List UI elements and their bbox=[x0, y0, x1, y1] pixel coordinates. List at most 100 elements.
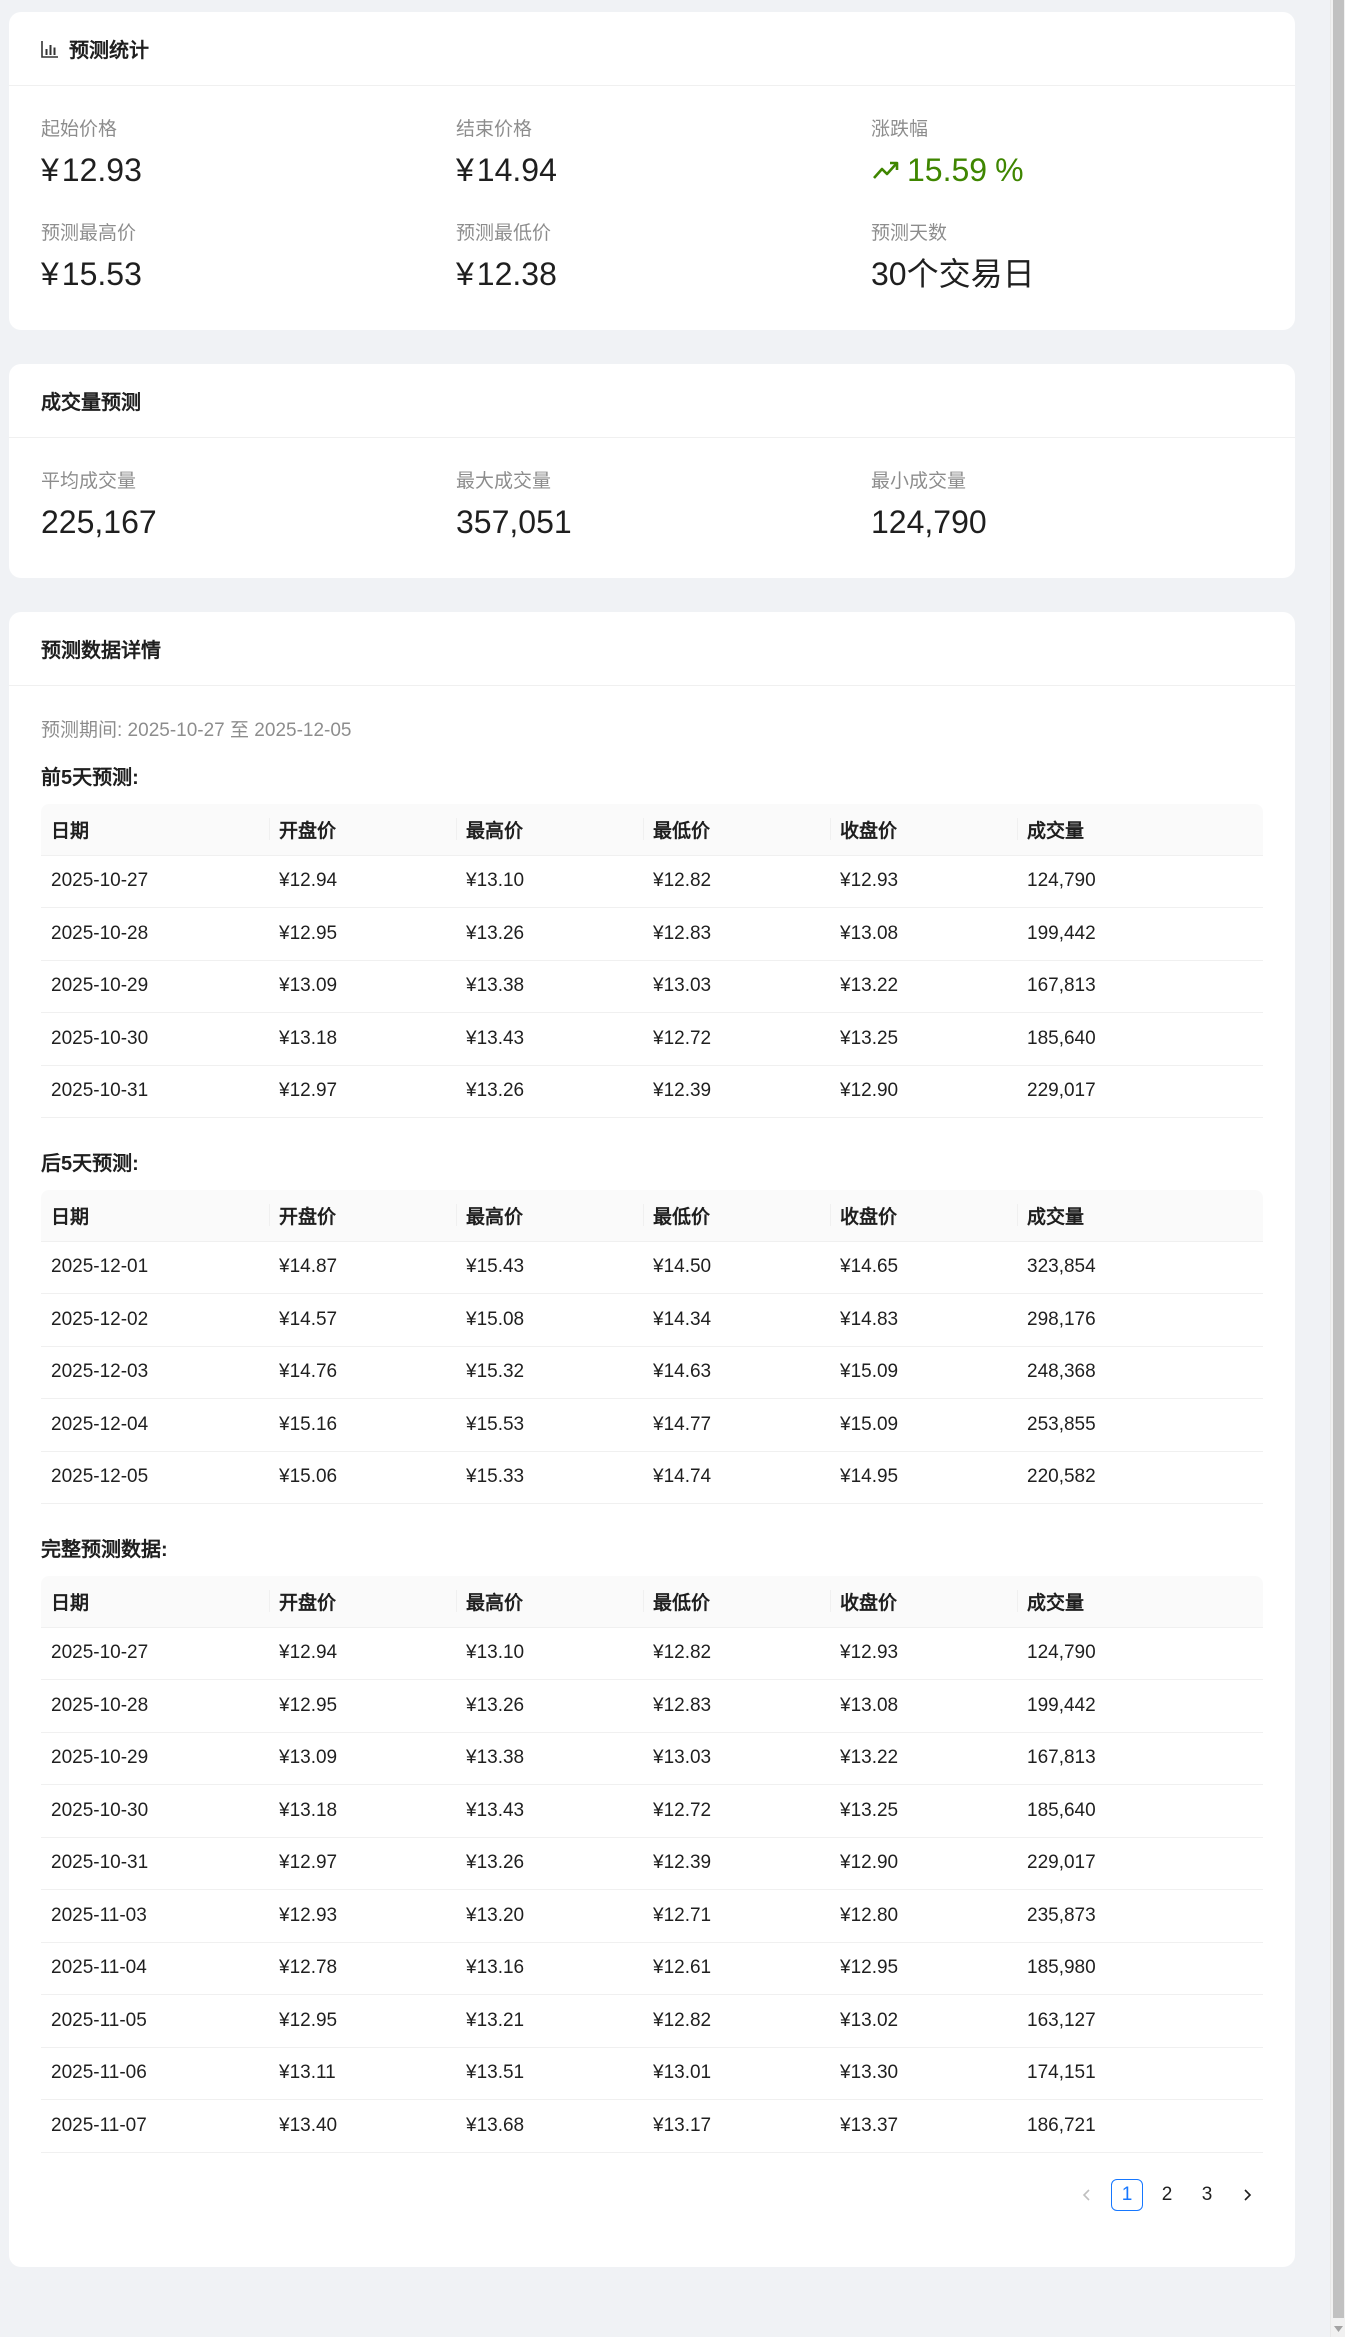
currency-prefix: ¥ bbox=[41, 256, 59, 292]
table-cell: 2025-11-04 bbox=[41, 1942, 269, 1995]
table-cell: ¥15.53 bbox=[456, 1398, 643, 1452]
forecast-stats-card: 预测统计 起始价格 ¥ 12.93 结束价格 ¥ 14.94 涨跌幅 15.59… bbox=[9, 12, 1295, 330]
stat-number: 12.93 bbox=[61, 152, 142, 188]
table-cell: 199,442 bbox=[1017, 1679, 1263, 1733]
stat-value: 357,051 bbox=[456, 504, 572, 540]
table-cell: ¥15.09 bbox=[830, 1398, 1017, 1452]
table-cell: 229,017 bbox=[1017, 1837, 1263, 1890]
table-row: 2025-10-28 ¥12.95 ¥13.26 ¥12.83 ¥13.08 199,44… bbox=[41, 907, 1263, 961]
table-cell: ¥14.63 bbox=[643, 1346, 830, 1399]
stat-number: 30 bbox=[871, 256, 907, 292]
table-cell: 2025-10-29 bbox=[41, 1732, 269, 1785]
stat-start-price: 起始价格 ¥ 12.93 bbox=[41, 118, 456, 190]
table-cell: ¥13.20 bbox=[456, 1889, 643, 1943]
table-cell: ¥13.37 bbox=[830, 2099, 1017, 2153]
column-header: 成交量 bbox=[1017, 1576, 1263, 1628]
first5-table: 日期 开盘价 最高价 最低价 收盘价 成交量 2025-10-27 ¥12.94 ¥13.10… bbox=[41, 804, 1263, 1118]
column-header: 最低价 bbox=[643, 804, 830, 856]
table-row: 2025-12-05 ¥15.06 ¥15.33 ¥14.74 ¥14.95 220,58… bbox=[41, 1451, 1263, 1504]
table-cell: ¥12.39 bbox=[643, 1837, 830, 1890]
table-cell: 2025-12-01 bbox=[41, 1241, 269, 1294]
page-2-button[interactable]: 2 bbox=[1151, 2179, 1183, 2211]
forecast-detail-title: 预测数据详情 bbox=[41, 640, 161, 662]
stat-title: 结束价格 bbox=[456, 119, 533, 140]
table-cell: ¥12.83 bbox=[643, 907, 830, 961]
table-cell: ¥12.78 bbox=[269, 1942, 456, 1995]
table-cell: ¥13.09 bbox=[269, 960, 456, 1013]
next-page-button[interactable] bbox=[1231, 2179, 1263, 2211]
table-cell: 124,790 bbox=[1017, 855, 1263, 908]
table-cell: ¥13.18 bbox=[269, 1012, 456, 1066]
table-cell: ¥13.03 bbox=[643, 960, 830, 1013]
scrollbar-thumb[interactable] bbox=[1333, 0, 1344, 2318]
table-cell: 186,721 bbox=[1017, 2099, 1263, 2153]
table-row: 2025-11-04 ¥12.78 ¥13.16 ¥12.61 ¥12.95 185,98… bbox=[41, 1942, 1263, 1995]
column-header: 成交量 bbox=[1017, 804, 1263, 856]
table-cell: ¥15.06 bbox=[269, 1451, 456, 1504]
table-cell: ¥13.10 bbox=[456, 855, 643, 908]
table-cell: 2025-11-06 bbox=[41, 2047, 269, 2100]
table-cell: ¥12.94 bbox=[269, 855, 456, 908]
table-cell: 2025-12-02 bbox=[41, 1293, 269, 1347]
table-header-row: 日期 开盘价 最高价 最低价 收盘价 成交量 bbox=[41, 804, 1263, 856]
stat-value: ¥ 15.53 bbox=[41, 254, 456, 294]
column-header: 收盘价 bbox=[830, 1190, 1017, 1242]
vertical-scrollbar[interactable] bbox=[1330, 0, 1345, 2337]
table-cell: ¥13.09 bbox=[269, 1732, 456, 1785]
prev-page-button[interactable] bbox=[1071, 2179, 1103, 2211]
column-header: 日期 bbox=[41, 1576, 269, 1628]
column-header: 最高价 bbox=[456, 1190, 643, 1242]
stat-value: ¥ 14.94 bbox=[456, 150, 871, 190]
table-cell: ¥13.10 bbox=[456, 1627, 643, 1680]
table-cell: 174,151 bbox=[1017, 2047, 1263, 2100]
stat-value: ¥ 12.93 bbox=[41, 150, 456, 190]
page-3-button[interactable]: 3 bbox=[1191, 2179, 1223, 2211]
table-cell: ¥13.03 bbox=[643, 1732, 830, 1785]
forecast-detail-card: 预测数据详情 预测期间: 2025-10-27 至 2025-12-05 前5天… bbox=[9, 612, 1295, 2267]
table-cell: ¥13.40 bbox=[269, 2099, 456, 2153]
stat-value: 30 个交易日 bbox=[871, 254, 1263, 294]
forecast-stats-grid: 起始价格 ¥ 12.93 结束价格 ¥ 14.94 涨跌幅 15.59 % 预测… bbox=[41, 118, 1263, 294]
page-1-button[interactable]: 1 bbox=[1111, 2178, 1143, 2211]
table-cell: ¥14.74 bbox=[643, 1451, 830, 1504]
table-cell: ¥14.50 bbox=[643, 1241, 830, 1294]
table-cell: ¥13.38 bbox=[456, 1732, 643, 1785]
table-cell: ¥14.34 bbox=[643, 1293, 830, 1347]
table-row: 2025-10-29 ¥13.09 ¥13.38 ¥13.03 ¥13.22 167,81… bbox=[41, 960, 1263, 1013]
stat-title: 预测最低价 bbox=[456, 223, 552, 244]
table-cell: ¥13.38 bbox=[456, 960, 643, 1013]
table-cell: 2025-10-27 bbox=[41, 1627, 269, 1680]
table-cell: 2025-10-30 bbox=[41, 1784, 269, 1838]
table-cell: 124,790 bbox=[1017, 1627, 1263, 1680]
table-cell: 2025-11-03 bbox=[41, 1889, 269, 1943]
table-cell: ¥14.57 bbox=[269, 1293, 456, 1347]
table-header-row: 日期 开盘价 最高价 最低价 收盘价 成交量 bbox=[41, 1190, 1263, 1242]
table-cell: ¥12.83 bbox=[643, 1679, 830, 1733]
currency-prefix: ¥ bbox=[41, 152, 59, 188]
table-cell: 2025-12-05 bbox=[41, 1451, 269, 1504]
stat-min-volume: 最小成交量 124,790 bbox=[871, 470, 1263, 542]
stat-value: 15.59 % bbox=[871, 150, 1263, 190]
table-cell: ¥15.43 bbox=[456, 1241, 643, 1294]
table-header-row: 日期 开盘价 最高价 最低价 收盘价 成交量 bbox=[41, 1576, 1263, 1628]
table-row: 2025-12-01 ¥14.87 ¥15.43 ¥14.50 ¥14.65 323,85… bbox=[41, 1241, 1263, 1294]
table-cell: ¥15.32 bbox=[456, 1346, 643, 1399]
scroll-down-arrow[interactable] bbox=[1331, 2320, 1345, 2337]
table-cell: 185,640 bbox=[1017, 1012, 1263, 1066]
stat-avg-volume: 平均成交量 225,167 bbox=[41, 470, 456, 542]
table-cell: 2025-10-29 bbox=[41, 960, 269, 1013]
column-header: 最高价 bbox=[456, 804, 643, 856]
page-content: 预测统计 起始价格 ¥ 12.93 结束价格 ¥ 14.94 涨跌幅 15.59… bbox=[9, 12, 1295, 2301]
column-header: 开盘价 bbox=[269, 1576, 456, 1628]
table-cell: ¥12.90 bbox=[830, 1837, 1017, 1890]
table-cell: 220,582 bbox=[1017, 1451, 1263, 1504]
table-cell: ¥15.09 bbox=[830, 1346, 1017, 1399]
bar-chart-icon bbox=[41, 40, 58, 58]
table-row: 2025-10-29 ¥13.09 ¥13.38 ¥13.03 ¥13.22 167,81… bbox=[41, 1732, 1263, 1785]
column-header: 日期 bbox=[41, 804, 269, 856]
stat-title: 起始价格 bbox=[41, 119, 118, 140]
table-cell: 2025-11-05 bbox=[41, 1994, 269, 2048]
volume-stats-grid: 平均成交量 225,167 最大成交量 357,051 最小成交量 124,79… bbox=[41, 470, 1263, 542]
table-cell: ¥12.97 bbox=[269, 1837, 456, 1890]
table-cell: ¥13.68 bbox=[456, 2099, 643, 2153]
